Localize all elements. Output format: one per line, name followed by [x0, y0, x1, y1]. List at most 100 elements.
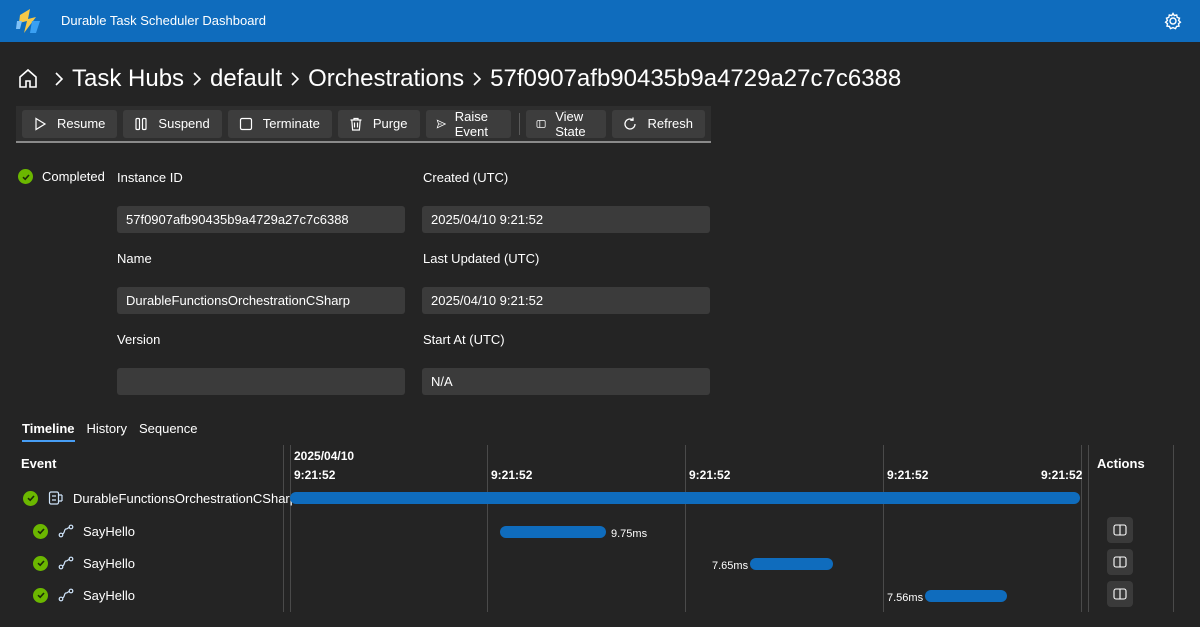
timeline-row-activity[interactable]: SayHello	[33, 587, 135, 603]
view-tabs: Timeline History Sequence	[22, 421, 210, 442]
app-header: Durable Task Scheduler Dashboard	[0, 0, 1200, 42]
timeline-tick-label: 9:21:52	[887, 468, 929, 482]
panel-icon	[1113, 524, 1127, 536]
last-updated-label: Last Updated (UTC)	[423, 251, 540, 266]
actions-column-header: Actions	[1097, 456, 1145, 471]
terminate-button[interactable]: Terminate	[227, 109, 332, 138]
event-column-header: Event	[21, 456, 57, 471]
resume-label: Resume	[57, 116, 106, 131]
terminate-label: Terminate	[262, 116, 320, 131]
timeline-tick-label: 9:21:52	[491, 468, 533, 482]
timeline-row-activity[interactable]: SayHello	[33, 555, 135, 571]
check-circle-icon	[33, 523, 48, 539]
toolbar: Resume Suspend Terminate Purge Raise Eve…	[16, 106, 711, 143]
tab-history[interactable]: History	[87, 421, 127, 442]
instance-id-field[interactable]: 57f0907afb90435b9a4729a27c7c6388	[117, 206, 405, 233]
breadcrumb-task-hubs[interactable]: Task Hubs	[72, 65, 184, 93]
timeline-bar-activity[interactable]	[925, 590, 1007, 602]
timeline-date-label: 2025/04/10	[294, 449, 355, 463]
raise-event-label: Raise Event	[454, 108, 488, 139]
check-circle-icon	[33, 587, 48, 603]
duration-label: 7.56ms	[887, 592, 924, 604]
stop-icon	[239, 117, 252, 130]
start-at-label: Start At (UTC)	[423, 332, 505, 347]
timeline-bar-activity[interactable]	[750, 558, 833, 570]
trash-icon	[350, 117, 362, 131]
created-label: Created (UTC)	[423, 170, 509, 185]
tab-sequence[interactable]: Sequence	[139, 421, 198, 442]
breadcrumb-default[interactable]: default	[210, 65, 282, 93]
timeline-bar-activity[interactable]	[500, 526, 606, 538]
refresh-icon	[624, 117, 637, 130]
start-at-field[interactable]: N/A	[422, 368, 710, 395]
pause-icon	[135, 117, 148, 130]
duration-label: 7.65ms	[712, 560, 749, 572]
grid-line	[290, 445, 291, 612]
app-logo-icon	[16, 9, 40, 33]
event-name: DurableFunctionsOrchestrationCSharp	[73, 490, 297, 506]
timeline-tick-label: 9:21:52	[1041, 468, 1083, 482]
chevron-right-icon	[55, 72, 64, 86]
suspend-button[interactable]: Suspend	[123, 109, 222, 138]
resume-button[interactable]: Resume	[22, 109, 118, 138]
grid-line	[283, 445, 284, 612]
refresh-button[interactable]: Refresh	[612, 109, 705, 138]
home-icon[interactable]	[16, 67, 40, 91]
play-icon	[35, 116, 47, 131]
check-circle-icon	[33, 555, 48, 571]
timeline-panel: Event Actions 2025/04/10 9:21:52 9:21:52…	[0, 445, 1200, 627]
view-state-label: View State	[555, 108, 586, 139]
status-label: Completed	[42, 169, 105, 184]
timeline-tick-label: 9:21:52	[689, 468, 731, 482]
activity-icon	[58, 588, 74, 602]
status-badge: Completed	[18, 169, 105, 184]
timeline-bar-orchestration[interactable]	[290, 492, 1080, 504]
refresh-label: Refresh	[647, 116, 693, 131]
grid-line	[685, 445, 686, 612]
name-label: Name	[117, 251, 152, 266]
purge-button[interactable]: Purge	[337, 109, 420, 138]
name-field[interactable]: DurableFunctionsOrchestrationCSharp	[117, 287, 405, 314]
view-details-button[interactable]	[1107, 517, 1133, 543]
panel-icon	[536, 119, 546, 128]
check-circle-icon	[18, 169, 33, 184]
check-circle-icon	[23, 490, 38, 506]
breadcrumb: Task Hubs default Orchestrations 57f0907…	[16, 62, 901, 96]
suspend-label: Suspend	[158, 116, 210, 131]
view-details-button[interactable]	[1107, 549, 1133, 575]
grid-line	[1088, 445, 1089, 612]
activity-icon	[58, 524, 74, 538]
created-field[interactable]: 2025/04/10 9:21:52	[422, 206, 710, 233]
grid-line	[883, 445, 884, 612]
breadcrumb-instance: 57f0907afb90435b9a4729a27c7c6388	[490, 65, 902, 92]
version-label: Version	[117, 332, 161, 347]
event-name: SayHello	[83, 523, 136, 539]
last-updated-field[interactable]: 2025/04/10 9:21:52	[422, 287, 710, 314]
chevron-right-icon	[291, 72, 300, 86]
view-state-button[interactable]: View State	[526, 108, 607, 139]
raise-event-button[interactable]: Raise Event	[425, 108, 512, 139]
tab-timeline[interactable]: Timeline	[22, 421, 75, 442]
grid-line	[487, 445, 488, 612]
panel-icon	[1113, 556, 1127, 568]
orchestration-icon	[48, 491, 63, 505]
breadcrumb-orchestrations[interactable]: Orchestrations	[308, 65, 464, 93]
view-details-button[interactable]	[1107, 581, 1133, 607]
app-title: Durable Task Scheduler Dashboard	[61, 13, 266, 28]
chevron-right-icon	[473, 72, 482, 86]
event-name: SayHello	[83, 587, 136, 603]
timeline-row-orchestration[interactable]: DurableFunctionsOrchestrationCSharp	[23, 490, 297, 506]
purge-label: Purge	[372, 116, 408, 131]
event-name: SayHello	[83, 555, 136, 571]
timeline-row-activity[interactable]: SayHello	[33, 523, 135, 539]
instance-id-label: Instance ID	[117, 170, 183, 185]
timeline-tick-label: 9:21:52	[294, 468, 336, 482]
send-icon	[436, 118, 446, 129]
duration-label: 9.75ms	[611, 528, 648, 540]
chevron-right-icon	[193, 72, 202, 86]
version-field[interactable]	[117, 368, 405, 395]
panel-icon	[1113, 588, 1127, 600]
gear-icon[interactable]	[1163, 11, 1183, 31]
toolbar-divider	[519, 112, 521, 135]
activity-icon	[58, 556, 74, 570]
